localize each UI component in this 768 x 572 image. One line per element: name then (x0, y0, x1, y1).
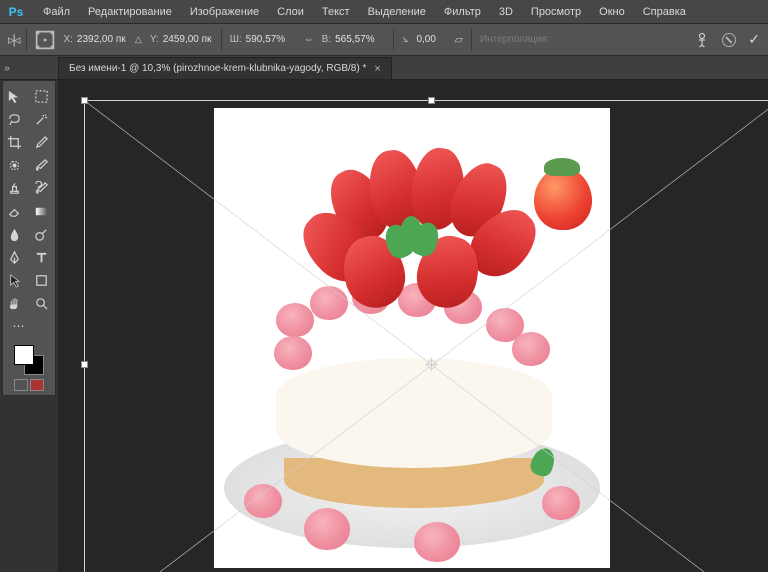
lasso-tool-icon[interactable] (3, 108, 27, 130)
document-tab-bar: Без имени-1 @ 10,3% (pirozhnoe-krem-klub… (0, 56, 768, 80)
mask-mode-row (3, 379, 55, 391)
canvas-area[interactable] (58, 80, 768, 572)
standard-mode-icon[interactable] (14, 379, 28, 391)
angle-value[interactable]: 0,00 (416, 34, 446, 45)
y-label: Y: (150, 34, 159, 45)
shape-tool-icon[interactable] (30, 269, 54, 291)
h-value[interactable]: 565,57% (335, 34, 385, 45)
puppet-pin-icon[interactable] (694, 32, 710, 48)
healing-brush-tool-icon[interactable] (3, 154, 27, 176)
options-bar: ▹|◃ X: 2392,00 пк △ Y: 2459,00 пк Ш: 590… (0, 24, 768, 56)
menu-help[interactable]: Справка (634, 0, 695, 24)
menu-edit[interactable]: Редактирование (79, 0, 181, 24)
tool-palette: ⋯ (2, 80, 56, 396)
menu-file[interactable]: Файл (34, 0, 79, 24)
foreground-color-swatch[interactable] (14, 345, 34, 365)
transform-handle-tm[interactable] (428, 97, 435, 104)
close-tab-icon[interactable]: × (374, 63, 380, 75)
transform-x-field[interactable]: X: 2392,00 пк (63, 34, 126, 45)
separator (471, 29, 472, 51)
menu-layer[interactable]: Слои (268, 0, 313, 24)
eyedropper-tool-icon[interactable] (30, 131, 54, 153)
transform-tool-icon: ▹|◃ (8, 32, 18, 48)
w-label: Ш: (230, 34, 242, 45)
menu-3d[interactable]: 3D (490, 0, 522, 24)
dodge-tool-icon[interactable] (30, 223, 54, 245)
triangle-icon[interactable]: △ (135, 34, 142, 45)
menu-filter[interactable]: Фильтр (435, 0, 490, 24)
gradient-tool-icon[interactable] (30, 200, 54, 222)
move-tool-icon[interactable] (3, 85, 27, 107)
w-value[interactable]: 590,57% (246, 34, 296, 45)
app-logo: Ps (6, 4, 26, 20)
separator (26, 29, 27, 51)
type-tool-icon[interactable] (30, 246, 54, 268)
menu-view[interactable]: Просмотр (522, 0, 590, 24)
menu-type[interactable]: Текст (313, 0, 359, 24)
transform-handle-ml[interactable] (81, 361, 88, 368)
transform-y-field[interactable]: Y: 2459,00 пк (150, 34, 213, 45)
pen-tool-icon[interactable] (3, 246, 27, 268)
commit-transform-icon[interactable]: ✓ (748, 31, 760, 48)
clone-stamp-tool-icon[interactable] (3, 177, 27, 199)
aspect-link-icon[interactable]: ⇔ (304, 34, 314, 45)
cancel-transform-icon[interactable] (722, 33, 736, 47)
menu-image[interactable]: Изображение (181, 0, 268, 24)
angle-icon: ⦣ (402, 33, 408, 46)
free-transform-bounds[interactable] (84, 100, 768, 572)
history-brush-tool-icon[interactable] (30, 177, 54, 199)
magic-wand-tool-icon[interactable] (30, 108, 54, 130)
separator (393, 29, 394, 51)
menu-bar: Ps Файл Редактирование Изображение Слои … (0, 0, 768, 24)
transform-center-point[interactable] (427, 360, 436, 369)
transform-angle-field[interactable]: 0,00 (416, 34, 446, 45)
panel-collapse-icon[interactable]: » (2, 58, 12, 78)
x-value[interactable]: 2392,00 пк (77, 34, 127, 45)
document-tab[interactable]: Без имени-1 @ 10,3% (pirozhnoe-krem-klub… (58, 57, 392, 79)
marquee-tool-icon[interactable] (30, 85, 54, 107)
transform-h-field[interactable]: В: 565,57% (322, 34, 385, 45)
y-value[interactable]: 2459,00 пк (163, 34, 213, 45)
transform-w-field[interactable]: Ш: 590,57% (230, 34, 296, 45)
brush-tool-icon[interactable] (30, 154, 54, 176)
blur-tool-icon[interactable] (3, 223, 27, 245)
skew-h-icon[interactable]: ▱ (454, 33, 462, 46)
interpolation-label: Интерполяция: (480, 34, 550, 45)
menu-select[interactable]: Выделение (359, 0, 435, 24)
separator (221, 29, 222, 51)
menu-window[interactable]: Окно (590, 0, 634, 24)
x-label: X: (63, 34, 72, 45)
h-label: В: (322, 34, 331, 45)
color-swatches[interactable] (14, 345, 44, 375)
eraser-tool-icon[interactable] (3, 200, 27, 222)
document-tab-title: Без имени-1 @ 10,3% (pirozhnoe-krem-klub… (69, 63, 366, 74)
crop-tool-icon[interactable] (3, 131, 27, 153)
quick-mask-mode-icon[interactable] (30, 379, 44, 391)
zoom-tool-icon[interactable] (30, 292, 54, 314)
hand-tool-icon[interactable] (3, 292, 27, 314)
transform-handle-tl[interactable] (81, 97, 88, 104)
path-select-tool-icon[interactable] (3, 269, 27, 291)
reference-point-icon[interactable] (35, 30, 55, 50)
transform-diagonals (85, 101, 768, 572)
edit-toolbar-icon[interactable]: ⋯ (7, 315, 31, 337)
